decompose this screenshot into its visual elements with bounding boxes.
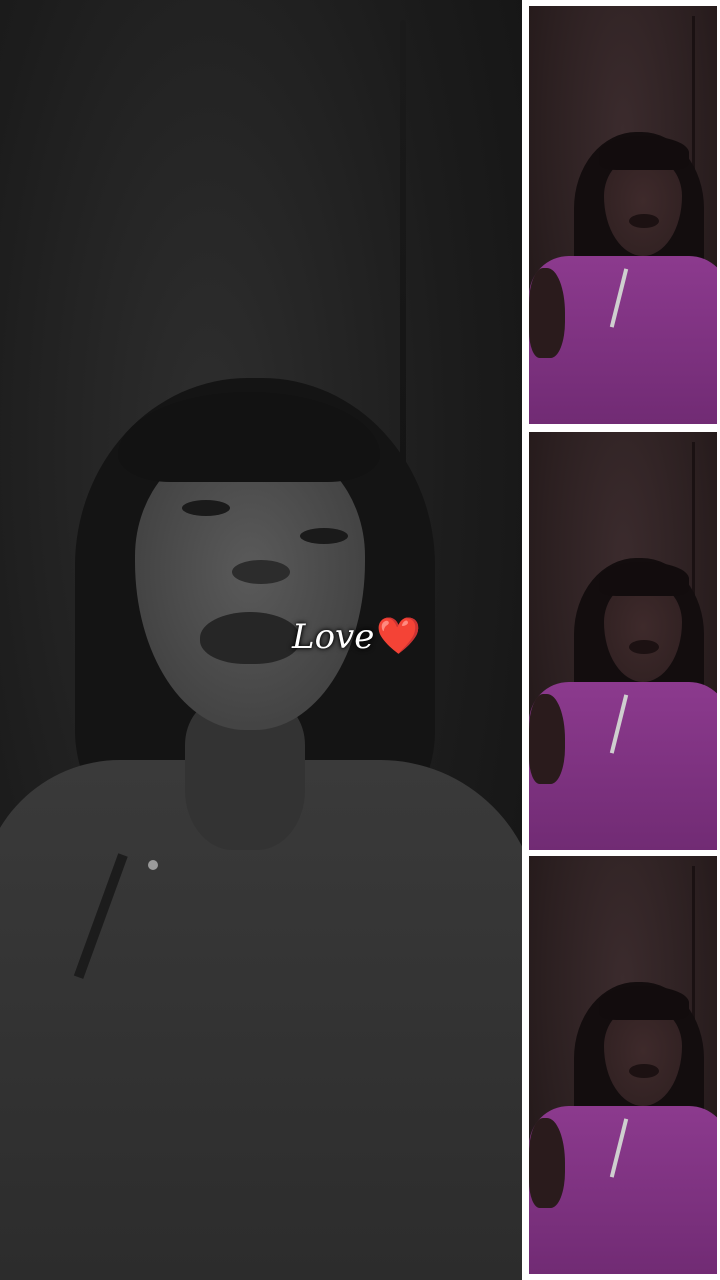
lips <box>629 1064 659 1078</box>
collage-canvas: Love ❤️ <box>0 0 720 1280</box>
love-caption: Love ❤️ <box>292 612 421 662</box>
hand <box>529 1118 565 1208</box>
thumbnail-frame-1[interactable] <box>525 2 720 428</box>
lips <box>629 214 659 228</box>
lips <box>629 640 659 654</box>
hand <box>529 268 565 358</box>
nose <box>232 560 290 584</box>
necklace-pendant <box>148 860 158 870</box>
bangs <box>599 986 689 1020</box>
lips <box>200 612 300 664</box>
portrait-thumbnail-1 <box>529 6 717 424</box>
hand <box>529 694 565 784</box>
portrait-thumbnail-2 <box>529 432 717 850</box>
right-eye <box>300 528 348 544</box>
left-eye <box>182 500 230 516</box>
thumbnail-frame-2[interactable] <box>525 428 720 854</box>
heart-icon: ❤️ <box>376 616 422 657</box>
love-text: Love <box>292 617 375 657</box>
portrait-thumbnail-3 <box>529 856 717 1274</box>
bangs <box>599 562 689 596</box>
main-grayscale-portrait: Love ❤️ <box>0 0 522 1280</box>
thumbnail-frame-3[interactable] <box>525 852 720 1278</box>
bangs <box>599 136 689 170</box>
